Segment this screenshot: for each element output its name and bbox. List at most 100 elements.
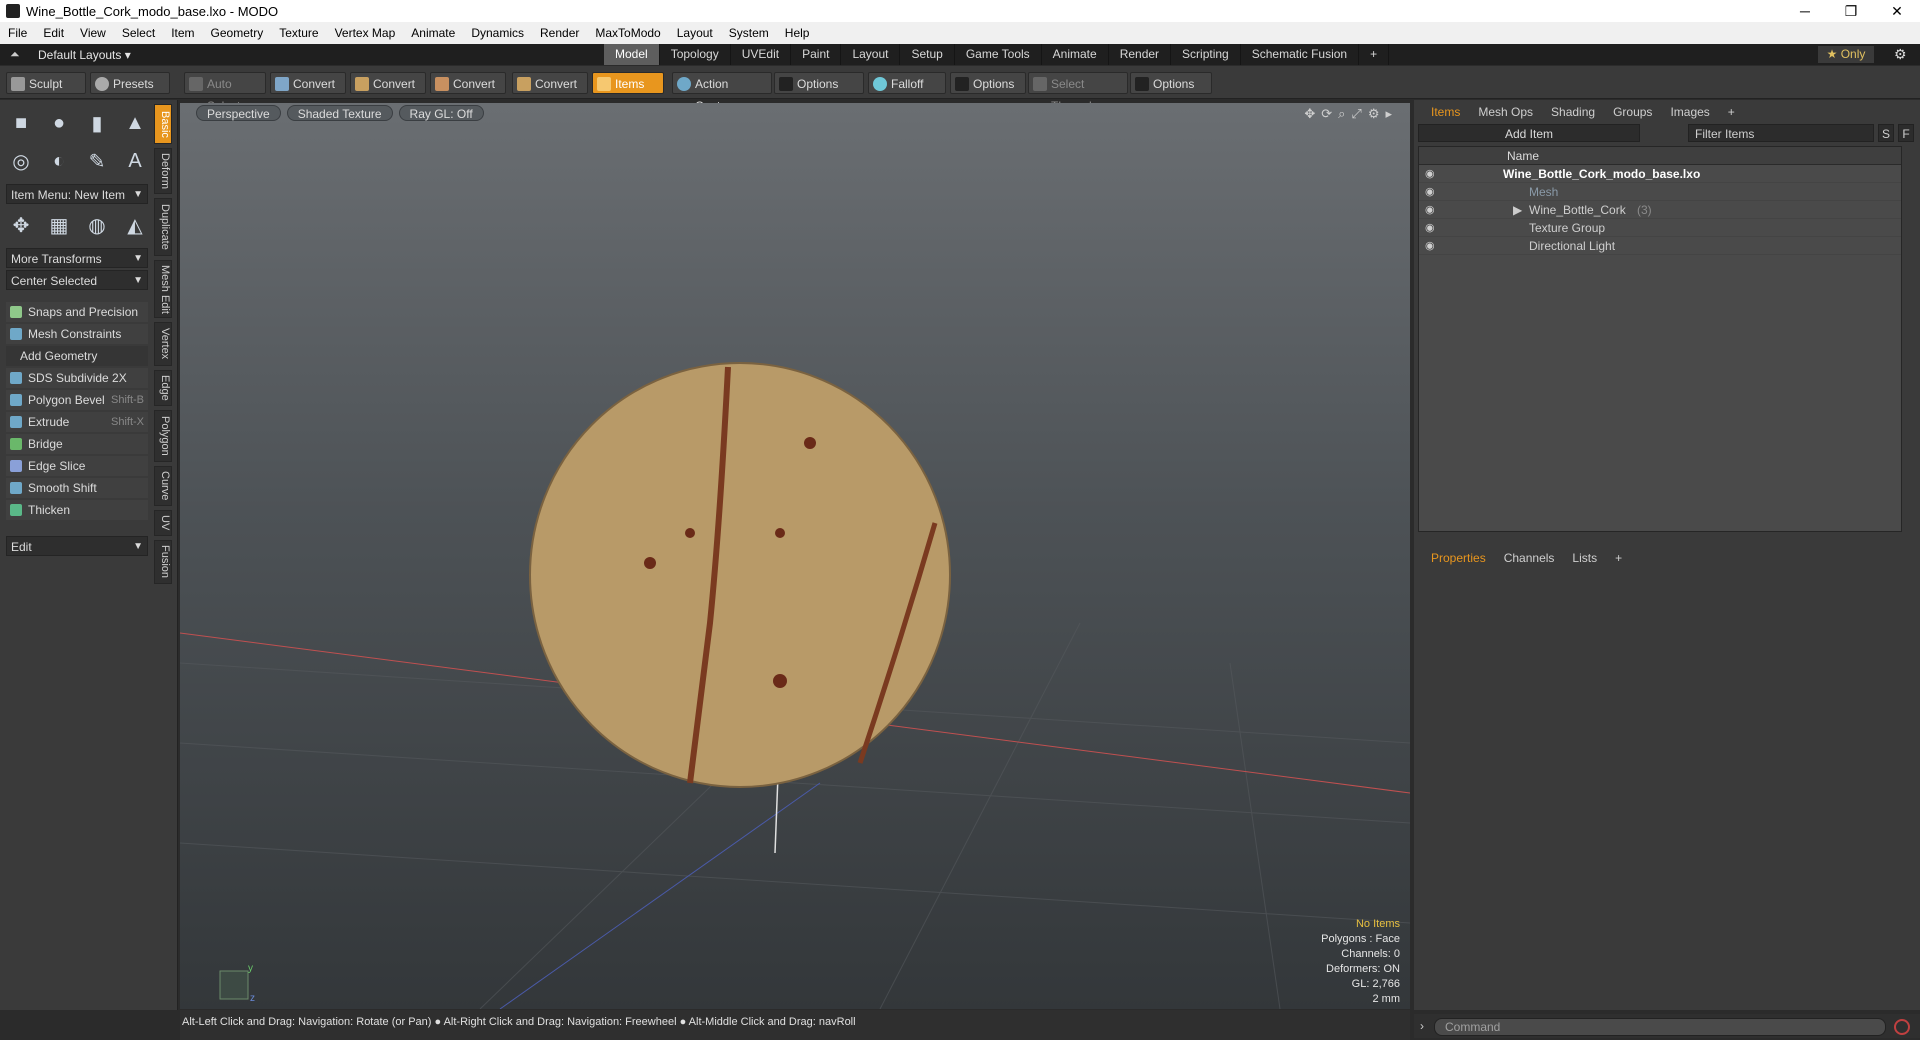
cone-icon[interactable]: ▲ [120, 108, 150, 138]
vtab-fusion[interactable]: Fusion [154, 540, 172, 584]
add-tab-button[interactable]: + [1606, 549, 1631, 567]
center-selected-dropdown[interactable]: Center Selected ▼ [6, 270, 148, 290]
menu-edit[interactable]: Edit [35, 26, 72, 40]
menu-item[interactable]: Item [163, 26, 202, 40]
auto-select-button[interactable]: Auto Select [184, 72, 266, 113]
tree-row-texture-group[interactable]: ◉ Texture Group [1419, 219, 1901, 237]
eye-icon[interactable]: ◉ [1425, 165, 1435, 183]
tab-shading[interactable]: Shading [1542, 103, 1604, 121]
tab-render[interactable]: Render [1109, 44, 1172, 65]
convert-button-2[interactable]: Convert [350, 72, 426, 94]
menu-render[interactable]: Render [532, 26, 587, 40]
falloff-button[interactable]: Falloff [868, 72, 946, 94]
tab-topology[interactable]: Topology [660, 44, 731, 65]
action-center-button[interactable]: Action Center [672, 72, 772, 113]
options-button-2[interactable]: Options [950, 72, 1026, 94]
vtab-uv[interactable]: UV [154, 510, 172, 536]
tab-paint[interactable]: Paint [791, 44, 842, 65]
command-input[interactable]: Command [1434, 1018, 1886, 1036]
tree-row-cork[interactable]: ◉ ▶ Wine_Bottle_Cork (3) [1419, 201, 1901, 219]
eye-icon[interactable]: ◉ [1425, 237, 1435, 255]
menu-animate[interactable]: Animate [403, 26, 463, 40]
menu-system[interactable]: System [721, 26, 777, 40]
vtab-edge[interactable]: Edge [154, 370, 172, 406]
convert-button-4[interactable]: Convert [512, 72, 588, 94]
tab-properties[interactable]: Properties [1422, 549, 1495, 567]
text-icon[interactable]: A [120, 146, 150, 176]
vtab-deform[interactable]: Deform [154, 148, 172, 194]
eye-icon[interactable]: ◉ [1425, 201, 1435, 219]
menu-maxtomodo[interactable]: MaxToModo [587, 26, 668, 40]
filter-f-button[interactable]: F [1898, 124, 1914, 142]
menu-texture[interactable]: Texture [271, 26, 326, 40]
thicken-button[interactable]: Thicken [6, 500, 148, 520]
pen-icon[interactable]: ✎ [82, 146, 112, 176]
menu-view[interactable]: View [72, 26, 114, 40]
stop-icon[interactable] [1894, 1019, 1910, 1035]
snaps-precision-button[interactable]: Snaps and Precision [6, 302, 148, 322]
filter-s-button[interactable]: S [1878, 124, 1894, 142]
transform-icon[interactable]: ✥ [6, 210, 36, 240]
menu-dynamics[interactable]: Dynamics [463, 26, 532, 40]
torus-icon[interactable]: ◎ [6, 146, 36, 176]
globe-icon[interactable]: ◍ [82, 210, 112, 240]
menu-select[interactable]: Select [114, 26, 163, 40]
tab-images[interactable]: Images [1661, 103, 1718, 121]
tab-mesh-ops[interactable]: Mesh Ops [1469, 103, 1542, 121]
tab-items[interactable]: Items [1422, 103, 1469, 121]
close-button[interactable]: ✕ [1874, 3, 1920, 20]
tab-schematic-fusion[interactable]: Schematic Fusion [1241, 44, 1360, 65]
vtab-duplicate[interactable]: Duplicate [154, 198, 172, 256]
vtab-curve[interactable]: Curve [154, 466, 172, 506]
tab-uvedit[interactable]: UVEdit [731, 44, 792, 65]
gear-icon[interactable]: ⚙ [1894, 46, 1907, 63]
mesh-constraints-button[interactable]: Mesh Constraints [6, 324, 148, 344]
sculpt-button[interactable]: Sculpt [6, 72, 86, 94]
vtab-basic[interactable]: Basic [154, 104, 172, 144]
tab-groups[interactable]: Groups [1604, 103, 1661, 121]
eye-icon[interactable]: ◉ [1425, 219, 1435, 237]
extrude-button[interactable]: Extrude Shift-X [6, 412, 148, 432]
tab-lists[interactable]: Lists [1563, 549, 1606, 567]
grid-icon[interactable]: ▦ [44, 210, 74, 240]
vtab-vertex[interactable]: Vertex [154, 322, 172, 366]
tab-setup[interactable]: Setup [900, 44, 955, 65]
more-transforms-dropdown[interactable]: More Transforms ▼ [6, 248, 148, 268]
cylinder-icon[interactable]: ▮ [82, 108, 112, 138]
eye-icon[interactable]: ◉ [1425, 183, 1435, 201]
tree-row-light[interactable]: ◉ Directional Light [1419, 237, 1901, 255]
default-layouts-dropdown[interactable]: Default Layouts ▾ [38, 48, 131, 62]
add-geometry-section[interactable]: Add Geometry [6, 346, 148, 366]
vtab-polygon[interactable]: Polygon [154, 410, 172, 462]
tree-row-mesh[interactable]: ◉ Mesh [1419, 183, 1901, 201]
item-menu-dropdown[interactable]: Item Menu: New Item ▼ [6, 184, 148, 204]
filter-items-input[interactable]: Filter Items [1688, 124, 1874, 142]
menu-vertex-map[interactable]: Vertex Map [327, 26, 404, 40]
tab-game-tools[interactable]: Game Tools [955, 44, 1042, 65]
add-item-dropdown[interactable]: Add Item [1418, 124, 1640, 142]
menu-file[interactable]: File [0, 26, 35, 40]
menu-geometry[interactable]: Geometry [203, 26, 272, 40]
options-button-1[interactable]: Options [774, 72, 864, 94]
capsule-icon[interactable]: ◐ [44, 146, 74, 176]
3d-viewport[interactable]: Perspective Shaded Texture Ray GL: Off ✥… [180, 103, 1410, 1009]
cork-model[interactable] [529, 362, 951, 788]
name-column-header[interactable]: Name [1419, 147, 1901, 165]
tab-scripting[interactable]: Scripting [1171, 44, 1241, 65]
convert-button-1[interactable]: Convert [270, 72, 346, 94]
sds-subdivide-button[interactable]: SDS Subdivide 2X [6, 368, 148, 388]
cube-icon[interactable]: ■ [6, 108, 36, 138]
add-tab-button[interactable]: + [1359, 44, 1390, 65]
vtab-mesh-edit[interactable]: Mesh Edit [154, 260, 172, 318]
presets-button[interactable]: Presets F6 [90, 72, 170, 113]
options-button-3[interactable]: Options [1130, 72, 1212, 94]
items-mode-button[interactable]: Items [592, 72, 664, 94]
tab-layout[interactable]: Layout [841, 44, 901, 65]
polygon-bevel-button[interactable]: Polygon Bevel Shift-B [6, 390, 148, 410]
menu-layout[interactable]: Layout [669, 26, 721, 40]
convert-button-3[interactable]: Convert [430, 72, 506, 94]
layout-arrow-icon[interactable]: ⏶ [10, 47, 20, 62]
expand-arrow-icon[interactable]: ▶ [1513, 201, 1522, 219]
only-button[interactable]: ★ Only [1818, 46, 1874, 63]
tab-model[interactable]: Model [604, 44, 660, 65]
